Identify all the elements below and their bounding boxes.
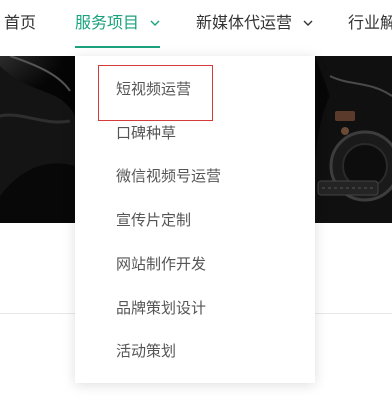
menu-item-wechat-channels[interactable]: 微信视频号运营	[116, 164, 221, 188]
menu-item-event-planning[interactable]: 活动策划	[116, 339, 176, 363]
menu-item-word-of-mouth[interactable]: 口碑种草	[116, 121, 176, 145]
menu-item-short-video[interactable]: 短视频运营	[116, 77, 191, 101]
nav-item-label: 服务项目	[75, 13, 140, 32]
nav-item-industry[interactable]: 行业解	[348, 0, 392, 48]
menu-item-website-dev[interactable]: 网站制作开发	[116, 252, 206, 276]
top-nav: 首页 服务项目 新媒体代运营 行业解	[0, 0, 392, 48]
nav-item-label: 行业解	[348, 13, 392, 32]
page: 首页 服务项目 新媒体代运营 行业解 短视频运营 口碑种草 微信视频号运营 宣传…	[0, 0, 392, 413]
nav-item-label: 新媒体代运营	[196, 13, 293, 32]
menu-item-brand-design[interactable]: 品牌策划设计	[116, 296, 206, 320]
nav-item-home[interactable]: 首页	[4, 0, 36, 48]
chevron-down-icon	[150, 0, 160, 45]
nav-item-services[interactable]: 服务项目	[75, 0, 161, 48]
menu-item-promo-video[interactable]: 宣传片定制	[116, 208, 191, 232]
chevron-down-icon	[303, 0, 313, 45]
nav-item-label: 首页	[4, 13, 37, 32]
services-dropdown-menu: 短视频运营 口碑种草 微信视频号运营 宣传片定制 网站制作开发 品牌策划设计 活…	[75, 56, 315, 383]
nav-item-new-media[interactable]: 新媒体代运营	[196, 0, 313, 48]
